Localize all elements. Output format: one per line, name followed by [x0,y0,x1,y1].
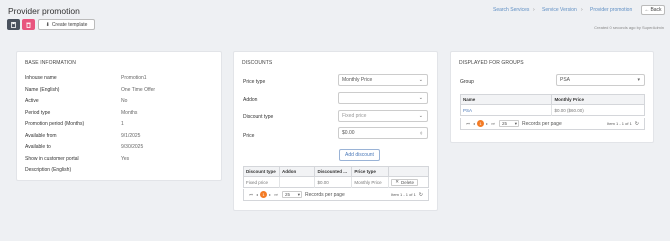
add-discount-button[interactable]: Add discount [339,149,380,161]
column-header-price-type[interactable]: Price type [351,166,390,177]
page-size-select[interactable]: 25 ▾ [499,120,519,127]
discounts-pager: ⏮ ◂ 1 ▸ ⏭ 25 ▾ Records per page Item 1 - … [243,189,429,201]
breadcrumb-provider-promotion[interactable]: Provider promotion [590,7,632,13]
groups-pager: ⏮ ◂ 1 ▸ ⏭ 25 ▾ Records per page Item 1 - … [460,118,645,130]
cell-discounted: $0.00 [314,176,353,188]
groups-panel: DISPLAYED FOR GROUPS Group PSA ▾ Name Mo… [450,51,654,143]
page-size-select[interactable]: 25 ▾ [282,191,302,198]
discount-type-select[interactable]: Fixed price ⌄ [338,110,428,122]
breadcrumb-search-services[interactable]: Search Services [493,7,529,13]
label-inhouse-name: Inhouse name [25,75,57,81]
value-available-to: 9/30/2025 [121,144,144,150]
refresh-icon[interactable]: ↻ [419,192,423,198]
base-information-panel: BASE INFORMATION Inhouse name Promotion1… [16,51,222,181]
breadcrumb-separator-icon: › [581,7,583,13]
column-header-addon[interactable]: Addon [279,166,316,177]
create-template-button[interactable]: ⬇ Create template [38,19,95,30]
price-type-select[interactable]: Monthly Price ⌄ [338,74,428,86]
discounts-title: DISCOUNTS [242,60,273,66]
breadcrumb-separator-icon: › [533,7,535,13]
label-price: Price [243,133,255,139]
discounts-table: Discount type Addon Discounted ... Price… [243,166,429,188]
chevron-down-icon: ▾ [637,77,640,83]
close-icon: ✕ [395,179,399,184]
column-header-monthly-price[interactable]: Monthly Price [551,94,645,105]
value-period-type: Months [121,110,138,116]
column-header-name[interactable]: Name [460,94,553,105]
last-page-icon[interactable]: ⏭ [273,192,279,197]
save-icon [11,21,16,28]
label-available-from: Available from [25,133,57,139]
arrow-left-icon: ← [644,7,650,13]
current-page[interactable]: 1 [477,120,484,127]
label-addon: Addon [243,97,258,103]
value-active: No [121,98,128,104]
refresh-icon[interactable]: ↻ [635,121,639,127]
cell-addon [279,176,316,188]
label-name-english: Name (English) [25,87,60,93]
chevron-down-icon: ⌄ [418,113,423,119]
cell-monthly-price: $0.00 ($60.00) [554,107,584,113]
label-period-type: Period type [25,110,51,116]
pager-info: Item 1 - 1 of 1 [391,192,416,197]
label-show-in-portal: Show in customer portal [25,156,79,162]
label-group: Group [460,79,474,85]
cell-group-name[interactable]: PSA [460,104,553,116]
groups-title: DISPLAYED FOR GROUPS [459,60,524,66]
value-show-in-portal: Yes [121,156,130,162]
delete-button[interactable] [22,19,35,30]
download-icon: ⬇ [45,21,50,28]
value-promotion-period: 1 [121,121,124,127]
created-info: Created 0 seconds ago by SuperAdmin [594,25,664,30]
label-active: Active [25,98,39,104]
chevron-down-icon: ⌄ [418,77,423,83]
chevron-down-icon: ▾ [297,191,300,197]
cell-actions: ✕ Delete [389,177,429,188]
records-per-page-label: Records per page [522,120,562,127]
addon-select[interactable]: ⌄ [338,92,428,104]
column-header-discounted[interactable]: Discounted ... [314,166,353,177]
records-per-page-label: Records per page [305,191,345,198]
delete-row-button[interactable]: ✕ Delete [391,178,418,186]
breadcrumb-service-version[interactable]: Service Version [542,7,577,13]
base-information-title: BASE INFORMATION [25,60,76,66]
label-description-english: Description (English) [25,167,72,173]
label-available-to: Available to [25,144,51,150]
cell-discount-type: Fixed price [243,176,280,188]
column-header-actions [388,166,429,177]
pager-info: Item 1 - 1 of 1 [607,121,632,126]
cell-price-type: Monthly Price [351,176,390,188]
save-button[interactable] [7,19,20,30]
last-page-icon[interactable]: ⏭ [490,121,496,126]
price-input[interactable]: $0.00 ⇳ [338,127,428,139]
label-discount-type: Discount type [243,114,274,120]
group-select[interactable]: PSA ▾ [556,74,645,86]
back-button[interactable]: ← Back [641,5,665,15]
groups-table: Name Monthly Price PSA $0.00 ($60.00) [460,94,645,116]
stepper-icon[interactable]: ⇳ [420,131,423,136]
column-header-discount-type[interactable]: Discount type [243,166,280,177]
current-page[interactable]: 1 [260,191,267,198]
label-price-type: Price type [243,79,266,85]
value-name-english: One Time Offer [121,87,156,93]
chevron-down-icon: ▾ [514,120,517,126]
value-available-from: 9/1/2025 [121,133,141,139]
chevron-down-icon: ⌄ [418,95,423,101]
label-promotion-period: Promotion period (Months) [25,121,85,127]
table-row: Fixed price $0.00 Monthly Price ✕ Delete [243,176,429,188]
discounts-panel: DISCOUNTS Price type Monthly Price ⌄ Add… [233,51,438,211]
page-title: Provider promotion [8,6,80,16]
table-row: PSA $0.00 ($60.00) [460,104,645,116]
value-inhouse-name: Promotion1 [121,75,147,81]
trash-icon [26,22,31,28]
